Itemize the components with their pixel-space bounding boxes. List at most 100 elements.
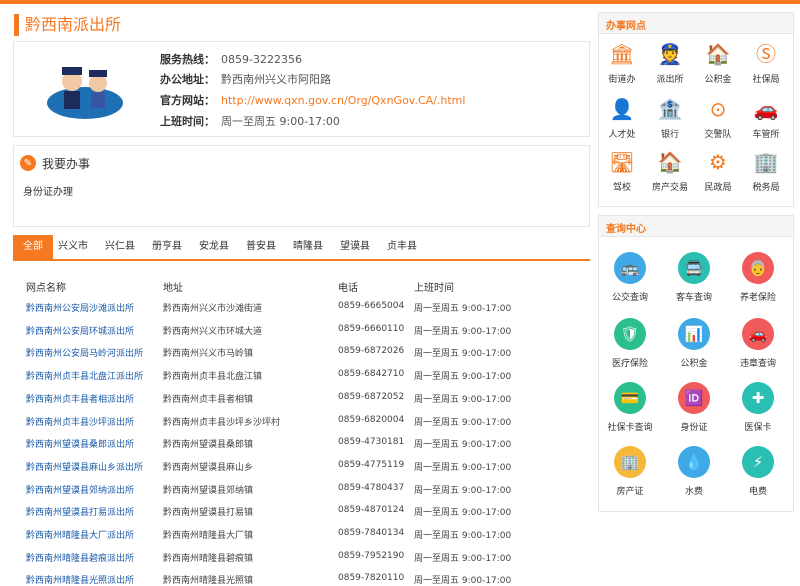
- police-icon: 👮: [657, 42, 683, 66]
- medical-cross-icon: ✚: [742, 382, 774, 414]
- table-cell: 黔西南州兴义市沙滩街道: [163, 304, 263, 314]
- query-label: 客车查询: [675, 293, 712, 303]
- service-label: 房产交易: [651, 183, 688, 193]
- col-header-hours: 上班时间: [414, 283, 454, 294]
- query-item[interactable]: ⚡ 电费: [728, 446, 788, 497]
- table-cell: 0859-7952190: [338, 550, 405, 561]
- query-item[interactable]: 🚗 违章查询: [728, 318, 788, 369]
- work-link[interactable]: 身份证办理: [23, 183, 73, 198]
- table-cell: 0859-6872026: [338, 346, 405, 357]
- hours-label: 上班时间：: [160, 115, 215, 128]
- query-item[interactable]: 💧 水费: [664, 446, 724, 497]
- table-cell: 黔西南州贞丰县者相镇: [163, 394, 254, 405]
- station-name-link[interactable]: 黔西南州公安局马岭河派出所: [26, 346, 143, 359]
- tab-1[interactable]: 兴义市: [53, 235, 93, 259]
- chart-icon: 📊: [678, 318, 710, 350]
- service-item[interactable]: Ⓢ 社保局: [736, 40, 796, 85]
- station-name-link[interactable]: 黔西南州晴隆县碧痕派出所: [26, 551, 134, 564]
- tab-0[interactable]: 全部: [13, 235, 53, 259]
- bank-icon: 🏦: [657, 97, 683, 121]
- query-item[interactable]: 🚍 客车查询: [664, 252, 724, 303]
- clipboard-icon: ✎: [20, 155, 36, 171]
- station-name-link[interactable]: 黔西南州晴隆县光照派出所: [26, 573, 134, 586]
- service-item[interactable]: 🚗 车管所: [736, 95, 796, 140]
- station-name-link[interactable]: 黔西南州贞丰县北盘江派出所: [26, 369, 143, 382]
- service-label: 派出所: [656, 75, 684, 85]
- work-panel: [13, 145, 590, 227]
- person-icon: 👤: [609, 97, 635, 121]
- query-item[interactable]: 🚌 公交查询: [600, 252, 660, 303]
- table-cell: 黔西南州晴隆县碧痕镇: [163, 553, 254, 564]
- tab-3[interactable]: 册亨县: [147, 235, 187, 259]
- station-name-link[interactable]: 黔西南州贞丰县者相派出所: [26, 392, 134, 405]
- station-name-link[interactable]: 黔西南州贞丰县沙坪派出所: [26, 415, 134, 428]
- social-security-icon: Ⓢ: [756, 42, 776, 66]
- building-icon: 🏢: [614, 446, 646, 478]
- car-icon: 🚗: [753, 97, 779, 121]
- table-cell: 0859-4870124: [338, 505, 405, 516]
- tab-8[interactable]: 贞丰县: [382, 235, 422, 259]
- work-header: ✎ 我要办事: [20, 153, 90, 173]
- site-row: 官方网站： http://www.qxn.gov.cn/Org/QxnGov.CA…: [160, 94, 465, 108]
- station-name-link[interactable]: 黔西南州公安局沙滩派出所: [26, 301, 134, 314]
- tab-7[interactable]: 望谟县: [335, 235, 375, 259]
- table-cell: 0859-6820004: [338, 414, 405, 425]
- station-name-link[interactable]: 黔西南州望谟县麻山乡派出所: [26, 460, 143, 473]
- elderly-icon: 👵: [742, 252, 774, 284]
- tax-icon: 🏢: [753, 150, 779, 174]
- station-name-link[interactable]: 黔西南州望谟县桑郎派出所: [26, 437, 134, 450]
- hours-row: 上班时间： 周一至周五 9:00-17:00: [160, 115, 340, 129]
- table-cell: 周一至周五 9:00-17:00: [414, 531, 512, 541]
- services-header: 办事网点: [598, 12, 794, 34]
- service-label: 银行: [660, 130, 679, 140]
- phone-row: 服务热线： 0859-3222356: [160, 53, 302, 67]
- table-cell: 黔西南州贞丰县北盘江镇: [163, 372, 263, 383]
- query-item[interactable]: 👵 养老保险: [728, 252, 788, 303]
- table-cell: 黔西南州望谟县麻山乡: [163, 462, 254, 473]
- table-cell: 0859-6660110: [338, 323, 405, 334]
- station-name-link[interactable]: 黔西南州公安局环城派出所: [26, 324, 134, 337]
- table-cell: 周一至周五 9:00-17:00: [414, 576, 512, 586]
- station-name-link[interactable]: 黔西南州望谟县打易派出所: [26, 505, 134, 518]
- table-cell: 0859-7840134: [338, 528, 405, 538]
- tab-5[interactable]: 普安县: [241, 235, 281, 259]
- site-label: 官方网站：: [160, 94, 215, 107]
- query-label: 房产证: [616, 487, 644, 497]
- col-header-address: 地址: [163, 283, 183, 294]
- query-item[interactable]: 🆔 身份证: [664, 382, 724, 433]
- table-cell: 黔西南州兴义市马岭镇: [163, 349, 254, 360]
- service-item[interactable]: 🏢 税务局: [736, 148, 796, 193]
- table-cell: 黔西南州晴隆县大厂镇: [163, 531, 254, 541]
- table-cell: 黔西南州晴隆县光照镇: [163, 576, 254, 586]
- query-item[interactable]: 🛡 医疗保险: [600, 318, 660, 369]
- station-name-link[interactable]: 黔西南州望谟县郊纳派出所: [26, 483, 134, 496]
- query-item[interactable]: 📊 公积金: [664, 318, 724, 369]
- emblem-icon: ⚙: [709, 150, 727, 174]
- query-label: 医疗保险: [611, 359, 648, 369]
- tab-6[interactable]: 晴隆县: [288, 235, 328, 259]
- work-title: 我要办事: [42, 156, 91, 171]
- table-cell: 黔西南州望谟县桑郎镇: [163, 440, 254, 451]
- service-label: 驾校: [612, 183, 631, 193]
- service-label: 交警队: [704, 130, 732, 140]
- query-label: 医保卡: [744, 423, 772, 433]
- tab-2[interactable]: 兴仁县: [100, 235, 140, 259]
- address-value: 黔西南州兴义市阿阳路: [221, 73, 331, 86]
- table-cell: 周一至周五 9:00-17:00: [414, 462, 512, 473]
- table-cell: 黔西南州贞丰县沙坪乡沙坪村: [163, 417, 281, 428]
- table-cell: 周一至周五 9:00-17:00: [414, 553, 512, 564]
- query-item[interactable]: ✚ 医保卡: [728, 382, 788, 433]
- table-cell: 0859-4730181: [338, 437, 405, 448]
- table-cell: 周一至周五 9:00-17:00: [414, 372, 512, 383]
- table-cell: 周一至周五 9:00-17:00: [414, 394, 512, 405]
- site-link[interactable]: http://www.qxn.gov.cn/Org/QxnGov.CA/.htm…: [221, 94, 465, 107]
- station-name-link[interactable]: 黔西南州晴隆县大厂派出所: [26, 528, 134, 541]
- hours-value: 周一至周五 9:00-17:00: [221, 115, 340, 128]
- tab-4[interactable]: 安龙县: [194, 235, 234, 259]
- query-item[interactable]: 💳 社保卡查询: [600, 382, 660, 433]
- water-drop-icon: 💧: [678, 446, 710, 478]
- house-coin-icon: 🏠: [705, 42, 731, 66]
- table-cell: 0859-4780437: [338, 482, 405, 493]
- query-item[interactable]: 🏢 房产证: [600, 446, 660, 497]
- query-label: 身份证: [680, 423, 708, 433]
